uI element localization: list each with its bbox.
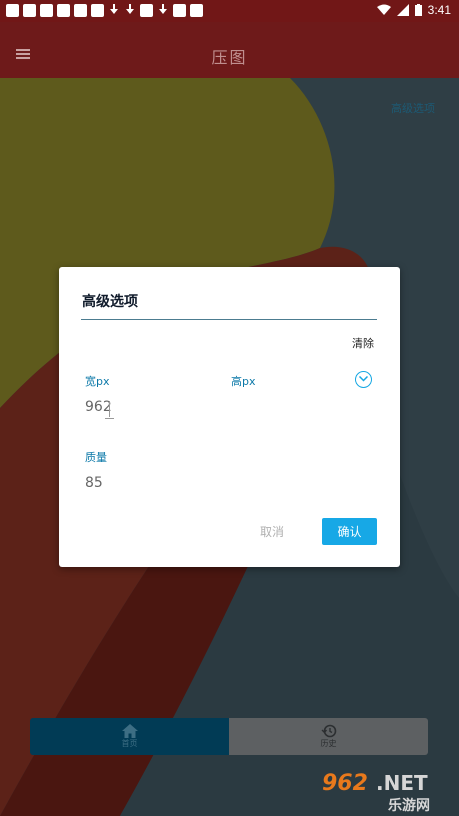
app-notification-icon	[140, 3, 153, 17]
advanced-options-dialog: 高级选项 清除 宽px 高px 质量 取消 确认	[59, 267, 400, 567]
watermark-logo: 962 .NET 乐游网	[322, 771, 430, 814]
confirm-button[interactable]: 确认	[322, 518, 377, 545]
app-bar: 压图	[0, 22, 459, 78]
width-field[interactable]	[85, 399, 205, 415]
height-label: 高px	[231, 375, 256, 388]
svg-text:962: 962	[322, 771, 368, 796]
app-notification-icon	[74, 3, 87, 17]
notification-icons	[6, 3, 203, 17]
download-icon	[124, 3, 136, 17]
chevron-down-icon	[359, 376, 368, 382]
signal-icon	[396, 4, 409, 16]
nav-item-label: 历史	[320, 739, 337, 748]
clear-button[interactable]: 清除	[352, 335, 374, 351]
app-notification-icon	[190, 3, 203, 17]
app-notification-icon	[173, 3, 186, 17]
quality-label: 质量	[85, 451, 107, 464]
cursor-handle[interactable]	[105, 415, 114, 419]
advanced-options-link[interactable]: 高级选项	[391, 100, 435, 116]
home-icon	[121, 724, 138, 738]
status-bar: 3:41	[0, 0, 459, 22]
nav-item-home[interactable]: 首页	[30, 718, 229, 755]
battery-icon	[414, 4, 422, 16]
dialog-title: 高级选项	[82, 294, 138, 310]
app-notification-icon	[23, 3, 36, 17]
app-notification-icon	[57, 3, 70, 17]
system-icons: 3:41	[376, 3, 451, 17]
nav-item-label: 首页	[121, 739, 138, 748]
app-notification-icon	[40, 3, 53, 17]
cancel-button[interactable]: 取消	[260, 523, 284, 540]
svg-text:.NET: .NET	[376, 771, 428, 795]
history-icon	[321, 724, 336, 738]
divider	[81, 319, 377, 320]
width-label: 宽px	[85, 375, 110, 388]
app-title: 压图	[211, 48, 248, 67]
download-icon	[157, 3, 169, 17]
expand-button[interactable]	[355, 371, 372, 388]
screen: 3:41 压图 高级选项 首页 历史 962 .NET 乐游网 高级选项 清除 …	[0, 0, 459, 816]
wifi-icon	[376, 4, 391, 15]
bottom-nav: 首页 历史	[30, 718, 428, 755]
app-notification-icon	[6, 3, 19, 17]
nav-item-history[interactable]: 历史	[229, 718, 428, 755]
quality-field[interactable]	[85, 475, 205, 491]
app-notification-icon	[91, 3, 104, 17]
svg-text:乐游网: 乐游网	[388, 797, 430, 814]
clock: 3:41	[427, 3, 451, 17]
download-icon	[108, 3, 120, 17]
